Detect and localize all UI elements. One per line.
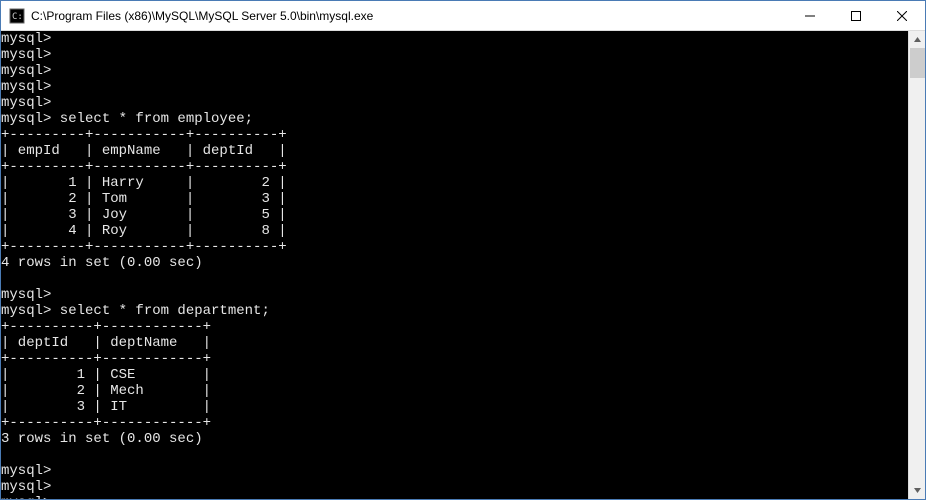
- app-icon: C:: [9, 8, 25, 24]
- minimize-button[interactable]: [787, 1, 833, 30]
- close-button[interactable]: [879, 1, 925, 30]
- window-controls: [787, 1, 925, 30]
- content-area: mysql> mysql> mysql> mysql> mysql> mysql…: [1, 31, 925, 499]
- titlebar[interactable]: C: C:\Program Files (x86)\MySQL\MySQL Se…: [1, 1, 925, 31]
- maximize-button[interactable]: [833, 1, 879, 30]
- console[interactable]: mysql> mysql> mysql> mysql> mysql> mysql…: [1, 31, 908, 499]
- vertical-scrollbar[interactable]: [908, 31, 925, 499]
- svg-text:C:: C:: [12, 12, 23, 22]
- scroll-down-arrow-icon[interactable]: [909, 482, 925, 499]
- window-title: C:\Program Files (x86)\MySQL\MySQL Serve…: [31, 9, 787, 23]
- window-frame: C: C:\Program Files (x86)\MySQL\MySQL Se…: [0, 0, 926, 500]
- scroll-up-arrow-icon[interactable]: [909, 31, 925, 48]
- scroll-thumb[interactable]: [910, 48, 925, 78]
